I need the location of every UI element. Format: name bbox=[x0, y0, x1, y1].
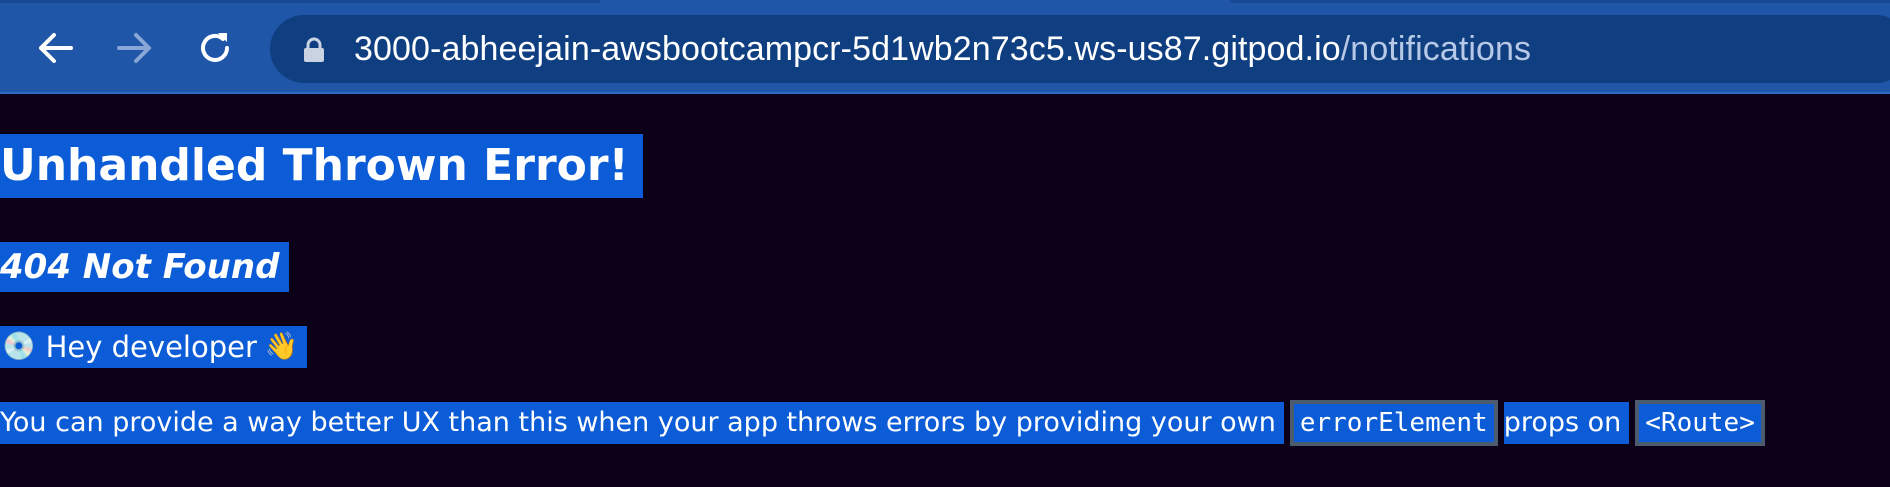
waving-hand-icon: 👋 bbox=[264, 331, 299, 362]
error-status: 404 Not Found bbox=[0, 242, 290, 292]
back-button[interactable] bbox=[27, 22, 83, 74]
url-path: /notifications bbox=[1340, 30, 1532, 68]
tab-strip-edge bbox=[0, 0, 600, 3]
code-route: <Route> bbox=[1635, 400, 1765, 446]
browser-toolbar: 3000-abheejain-awsbootcampcr-5d1wb2n73c5… bbox=[0, 0, 1890, 94]
code-error-element: errorElement bbox=[1289, 400, 1498, 446]
reload-icon bbox=[201, 33, 229, 62]
page-content: Unhandled Thrown Error! 404 Not Found 💿 … bbox=[0, 94, 1890, 487]
disc-icon: 💿 bbox=[2, 331, 36, 362]
url-host: 3000-abheejain-awsbootcampcr-5d1wb2n73c5… bbox=[354, 30, 1341, 68]
address-bar[interactable]: 3000-abheejain-awsbootcampcr-5d1wb2n73c5… bbox=[270, 15, 1890, 83]
lock-icon[interactable] bbox=[302, 37, 326, 63]
hey-developer-text: Hey developer bbox=[45, 330, 257, 364]
tab-strip-edge bbox=[1230, 0, 1890, 3]
forward-button[interactable] bbox=[107, 22, 163, 74]
message-text-before: You can provide a way better UX than thi… bbox=[0, 402, 1284, 444]
url-text[interactable]: 3000-abheejain-awsbootcampcr-5d1wb2n73c5… bbox=[354, 29, 1531, 69]
forward-arrow-icon bbox=[117, 33, 151, 63]
error-help-message: You can provide a way better UX than thi… bbox=[0, 400, 1771, 446]
message-text-middle: props on bbox=[1503, 402, 1630, 444]
error-heading: Unhandled Thrown Error! bbox=[0, 134, 643, 198]
hey-developer-line: 💿 Hey developer 👋 bbox=[0, 326, 307, 368]
back-arrow-icon bbox=[39, 33, 73, 63]
reload-button[interactable] bbox=[187, 22, 243, 74]
